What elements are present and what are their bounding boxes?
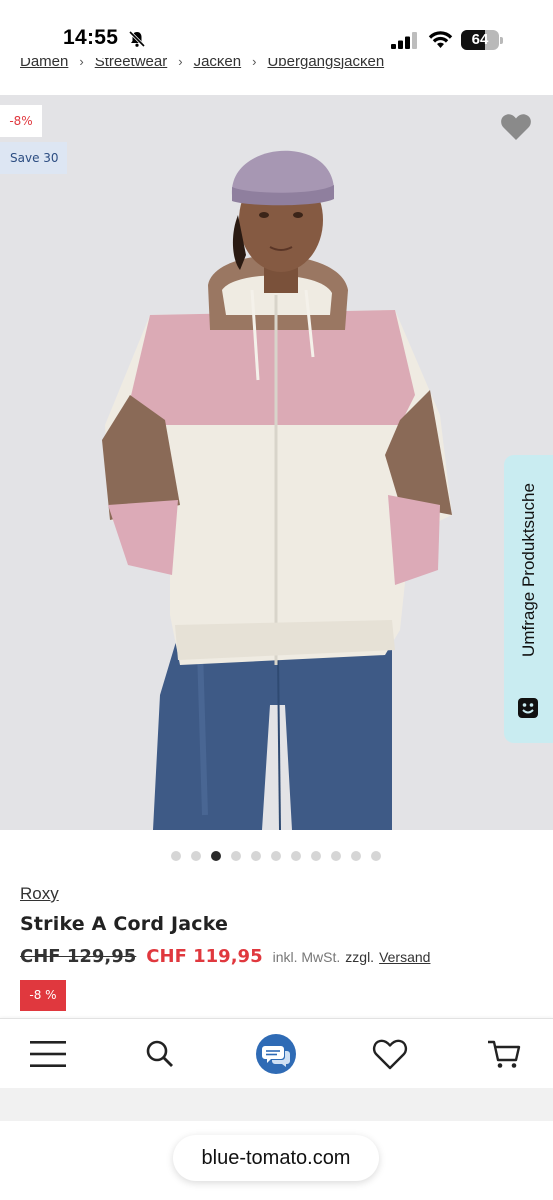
battery-icon: 64 — [461, 30, 503, 50]
battery-level: 64 — [471, 31, 489, 48]
carousel-dot[interactable] — [251, 851, 261, 861]
menu-button[interactable] — [22, 1019, 74, 1089]
carousel-dot[interactable] — [211, 851, 221, 861]
shipping-link[interactable]: Versand — [379, 949, 430, 965]
carousel-dot[interactable] — [311, 851, 321, 861]
page-footer-strip — [0, 1088, 553, 1121]
signal-icon — [391, 32, 417, 49]
cart-icon — [488, 1040, 521, 1068]
survey-feedback-tab[interactable]: Umfrage Produktsuche — [504, 455, 553, 743]
original-price: CHF 129,95 — [20, 946, 137, 967]
menu-icon — [30, 1041, 66, 1067]
carousel-dot[interactable] — [291, 851, 301, 861]
bottom-nav — [0, 1018, 553, 1088]
chat-button[interactable] — [250, 1019, 302, 1089]
product-image-gallery[interactable] — [0, 95, 553, 830]
carousel-dot[interactable] — [371, 851, 381, 861]
carousel-dot[interactable] — [191, 851, 201, 861]
price-row: CHF 129,95 CHF 119,95 inkl. MwSt. zzgl. … — [20, 946, 430, 967]
brand-link[interactable]: Roxy — [20, 884, 59, 904]
discount-badge: -8 % — [20, 980, 66, 1011]
carousel-dot[interactable] — [331, 851, 341, 861]
tax-note: inkl. MwSt. — [272, 949, 341, 965]
wishlist-heart-icon[interactable] — [500, 113, 532, 141]
carousel-dot[interactable] — [231, 851, 241, 861]
carousel-dots — [171, 851, 381, 861]
wifi-icon — [428, 31, 453, 48]
carousel-dot[interactable] — [271, 851, 281, 861]
product-photo — [0, 95, 553, 830]
search-icon — [146, 1040, 173, 1067]
carousel-dot[interactable] — [171, 851, 181, 861]
save-badge: Save 30 — [0, 142, 67, 174]
status-time: 14:55 — [63, 26, 119, 49]
cart-button[interactable] — [478, 1019, 530, 1089]
chat-icon — [256, 1034, 296, 1074]
search-button[interactable] — [134, 1019, 186, 1089]
smiley-icon — [518, 698, 538, 718]
carousel-dot[interactable] — [351, 851, 361, 861]
wishlist-icon — [372, 1039, 408, 1070]
status-bar: 14:55 64 — [0, 0, 553, 58]
wishlist-button[interactable] — [364, 1019, 416, 1089]
url-domain: blue-tomato.com — [201, 1146, 351, 1169]
bell-off-icon — [128, 30, 146, 48]
sale-price: CHF 119,95 — [146, 946, 263, 967]
discount-badge-image: -8% — [0, 105, 42, 137]
browser-url-bar: blue-tomato.com — [0, 1121, 553, 1200]
tax-extra: zzgl. — [345, 949, 375, 965]
survey-tab-label: Umfrage Produktsuche — [518, 483, 538, 658]
url-field[interactable]: blue-tomato.com — [173, 1135, 379, 1181]
product-title: Strike A Cord Jacke — [20, 913, 229, 935]
